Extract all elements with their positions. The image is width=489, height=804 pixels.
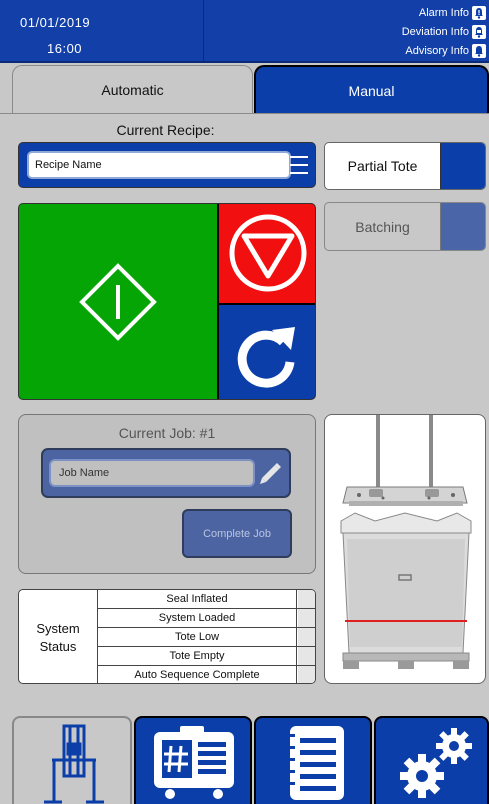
stop-button[interactable]	[219, 204, 315, 303]
batching-switch[interactable]	[440, 203, 485, 250]
pencil-icon[interactable]	[257, 460, 283, 486]
status-label: System Loaded	[98, 609, 297, 627]
status-row-tote-empty: Tote Empty	[98, 647, 315, 666]
status-row-tote-low: Tote Low	[98, 628, 315, 647]
start-diamond-icon	[79, 263, 157, 341]
status-rows: Seal Inflated System Loaded Tote Low Tot…	[98, 590, 315, 683]
batching-label: Batching	[355, 218, 410, 235]
complete-job-button[interactable]: Complete Job	[182, 509, 292, 558]
tab-automatic[interactable]: Automatic	[12, 65, 253, 114]
alarm-info-button[interactable]: Alarm Info	[419, 5, 486, 21]
station-icon	[44, 724, 104, 804]
header-bar: 01/01/2019 16:00 Alarm Info Deviation In…	[0, 0, 489, 63]
job-name-field[interactable]: Job Name	[49, 459, 255, 487]
status-indicator	[298, 647, 315, 665]
batching-toggle[interactable]: Batching	[324, 202, 486, 251]
status-indicator	[298, 609, 315, 627]
deviation-bell-icon	[472, 25, 486, 39]
deviation-info-label: Deviation Info	[401, 26, 469, 38]
datetime-panel: 01/01/2019 16:00	[0, 0, 204, 63]
status-indicator	[298, 628, 315, 646]
status-row-system-loaded: System Loaded	[98, 609, 315, 628]
status-row-auto-sequence-complete: Auto Sequence Complete	[98, 666, 315, 683]
nav-settings-button[interactable]	[374, 716, 489, 804]
partial-tote-toggle[interactable]: Partial Tote	[324, 142, 486, 190]
status-indicator	[298, 666, 315, 683]
system-status-title-line2: Status	[39, 638, 77, 654]
gears-icon	[400, 728, 472, 798]
recipe-selector: Recipe Name	[18, 142, 316, 188]
status-label: Auto Sequence Complete	[98, 666, 297, 683]
bottom-nav	[0, 712, 489, 804]
status-row-seal-inflated: Seal Inflated	[98, 590, 315, 609]
system-status-title-line1: System	[36, 620, 80, 636]
current-recipe-label: Current Recipe:	[116, 122, 215, 138]
partial-tote-label: Partial Tote	[347, 158, 418, 174]
tote-illustration	[324, 414, 486, 684]
job-selector: Job Name	[41, 448, 291, 498]
status-label: Seal Inflated	[98, 590, 297, 608]
deviation-info-button[interactable]: Deviation Info	[402, 24, 486, 40]
id-card-icon	[154, 726, 234, 799]
status-indicator	[298, 590, 315, 608]
nav-log-button[interactable]	[254, 716, 372, 804]
reset-arrow-icon	[237, 327, 295, 388]
tab-manual[interactable]: Manual	[254, 65, 489, 114]
date-display: 01/01/2019	[20, 15, 91, 30]
current-job-panel: Current Job: #1 Job Name Complete Job	[18, 414, 316, 574]
tab-divider	[0, 113, 489, 114]
nav-recipe-card-button[interactable]	[134, 716, 252, 804]
list-icon[interactable]	[283, 152, 309, 178]
recipe-name-field[interactable]: Recipe Name	[27, 151, 291, 179]
start-button[interactable]	[19, 204, 217, 399]
system-status-table: System Status Seal Inflated System Loade…	[18, 589, 316, 684]
sequence-controls	[18, 203, 316, 400]
reset-button[interactable]	[219, 305, 315, 399]
system-status-title: System Status	[19, 590, 98, 683]
partial-tote-switch[interactable]	[440, 143, 485, 189]
time-display: 16:00	[47, 41, 83, 56]
advisory-info-label: Advisory Info	[405, 45, 469, 57]
tote-station-image	[340, 415, 472, 669]
current-job-title: Current Job: #1	[118, 425, 216, 441]
status-label: Tote Low	[98, 628, 297, 646]
alarm-bell-icon	[472, 6, 486, 20]
hmi-screen: 01/01/2019 16:00 Alarm Info Deviation In…	[0, 0, 489, 804]
nav-station-button[interactable]	[12, 716, 132, 804]
alarm-info-label: Alarm Info	[418, 7, 469, 19]
advisory-bell-icon	[472, 44, 486, 58]
advisory-info-button[interactable]: Advisory Info	[405, 43, 486, 59]
notepad-icon	[285, 726, 344, 800]
stop-triangle-icon	[229, 214, 307, 292]
status-label: Tote Empty	[98, 647, 297, 665]
